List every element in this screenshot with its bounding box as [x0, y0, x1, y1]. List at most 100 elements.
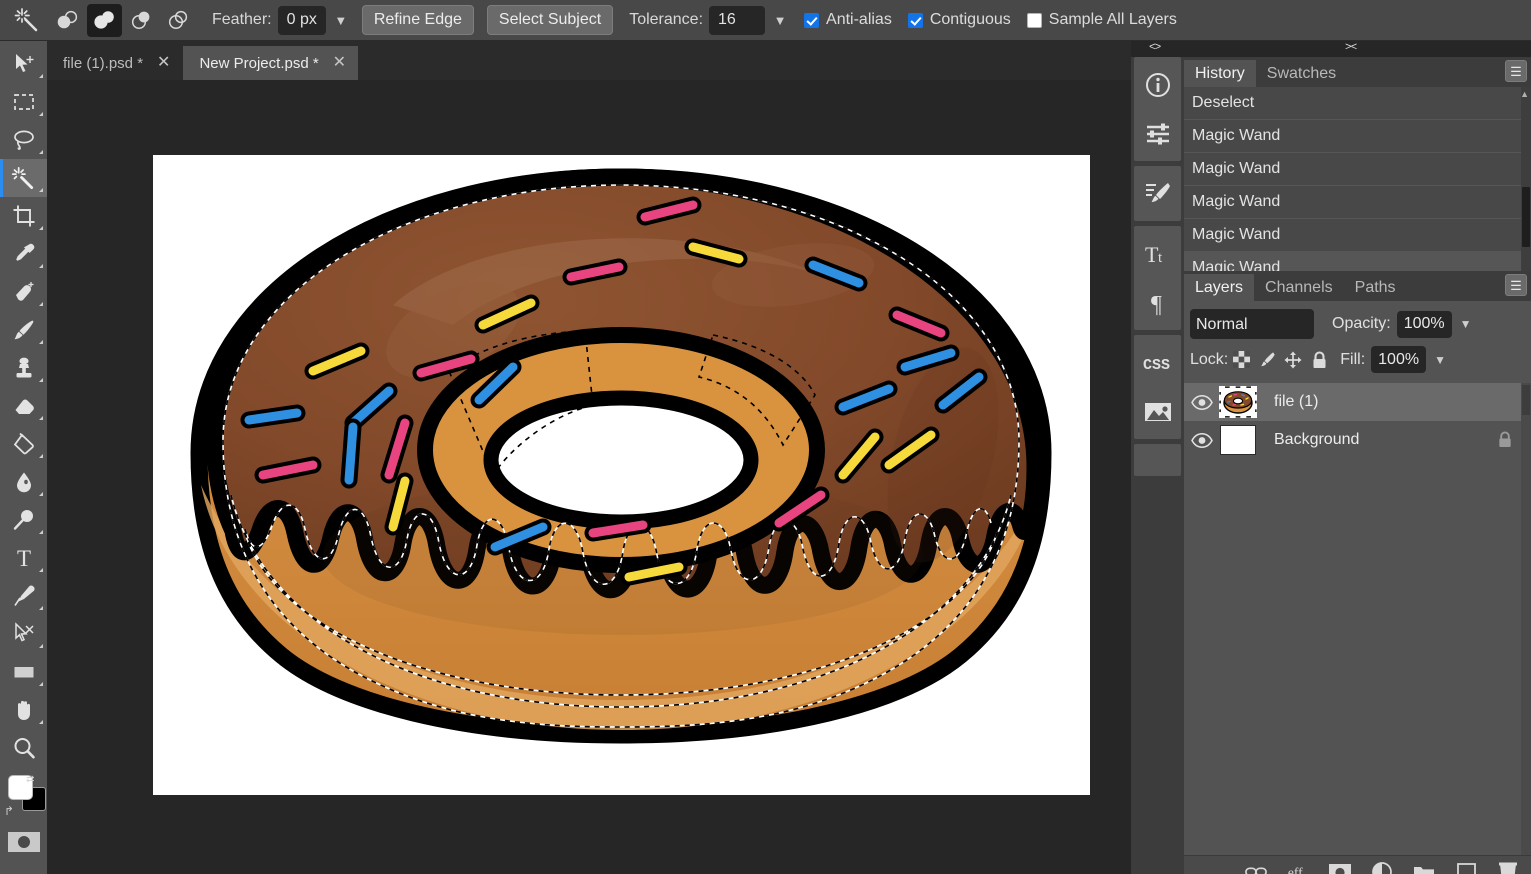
fill-input[interactable]: 100%: [1371, 346, 1427, 373]
canvas-viewport[interactable]: [47, 80, 1131, 874]
tab-layers[interactable]: Layers: [1184, 274, 1255, 301]
type-tool[interactable]: T: [0, 539, 47, 577]
intersect-selection-button[interactable]: [161, 4, 196, 37]
add-to-selection-button[interactable]: [87, 3, 122, 37]
history-list[interactable]: Deselect Magic Wand Magic Wand Magic Wan…: [1184, 87, 1531, 283]
swap-colors-icon[interactable]: ⇄: [26, 775, 35, 785]
character-tt-icon[interactable]: Tt: [1134, 229, 1181, 278]
tab-history[interactable]: History: [1184, 60, 1256, 87]
padlock-icon[interactable]: [1306, 348, 1332, 372]
history-item[interactable]: Deselect: [1184, 87, 1531, 120]
half-circle-icon[interactable]: [1371, 861, 1393, 874]
anti-alias-checkbox[interactable]: Anti-alias: [804, 11, 892, 29]
hand-tool[interactable]: [0, 691, 47, 729]
feather-input[interactable]: 0 px: [277, 5, 326, 35]
brush-icon[interactable]: [1254, 348, 1280, 372]
paint-bucket-tool[interactable]: [0, 425, 47, 463]
tool-corner-icon: [39, 264, 43, 268]
quick-mask-icon[interactable]: [0, 825, 47, 859]
history-item[interactable]: Magic Wand: [1184, 186, 1531, 219]
photo-editor-window: Feather: 0 px ▼ Refine Edge Select Subje…: [0, 0, 1531, 874]
history-item[interactable]: Magic Wand: [1184, 153, 1531, 186]
opacity-dropdown-icon[interactable]: ▼: [1460, 317, 1472, 331]
panel-menu-icon[interactable]: ☰: [1505, 60, 1527, 82]
refine-edge-button[interactable]: Refine Edge: [361, 5, 474, 35]
move-arrows-icon[interactable]: [1280, 348, 1306, 372]
fx-icon[interactable]: eff: [1287, 861, 1309, 874]
css-icon[interactable]: CSS: [1134, 338, 1181, 387]
paragraph-pilcrow-icon[interactable]: ¶: [1134, 278, 1181, 327]
trash-icon[interactable]: [1497, 861, 1519, 874]
tolerance-input[interactable]: 16: [709, 5, 766, 35]
opacity-input[interactable]: 100%: [1396, 310, 1452, 338]
clone-stamp-tool[interactable]: [0, 349, 47, 387]
rail-group-empty: [1134, 444, 1181, 476]
shape-tool[interactable]: [0, 653, 47, 691]
layer-visibility-toggle[interactable]: [1184, 394, 1220, 410]
panel-menu-icon[interactable]: ☰: [1505, 274, 1527, 296]
tool-corner-icon: [39, 720, 43, 724]
expand-arrows-icon[interactable]: ><: [1345, 42, 1357, 54]
tool-corner-icon: [39, 454, 43, 458]
history-scroll-thumb[interactable]: [1522, 187, 1530, 247]
tab-channels[interactable]: Channels: [1254, 274, 1344, 301]
lasso-tool[interactable]: [0, 121, 47, 159]
checkerboard-icon[interactable]: [1228, 348, 1254, 372]
layers-scrollbar[interactable]: [1521, 383, 1531, 874]
tab-file-1-psd[interactable]: file (1).psd * ✕: [47, 46, 182, 80]
pen-tool[interactable]: [0, 577, 47, 615]
eyedropper-tool[interactable]: [0, 235, 47, 273]
link-icon[interactable]: [1245, 861, 1267, 874]
brush-settings-icon[interactable]: [1134, 169, 1181, 218]
svg-text:T: T: [1145, 242, 1159, 267]
tolerance-dropdown-icon[interactable]: ▼: [772, 13, 788, 28]
zoom-tool[interactable]: [0, 729, 47, 767]
color-swatches[interactable]: ⇄ ↱: [0, 773, 47, 825]
close-icon[interactable]: ✕: [333, 55, 346, 71]
folder-icon[interactable]: [1413, 861, 1435, 874]
scroll-up-arrow-icon[interactable]: ▲: [1520, 89, 1529, 99]
layer-thumbnail[interactable]: [1219, 386, 1257, 418]
eraser-tool[interactable]: [0, 387, 47, 425]
select-subject-button[interactable]: Select Subject: [486, 5, 614, 35]
reset-colors-icon[interactable]: ↱: [4, 804, 14, 818]
history-item[interactable]: Magic Wand: [1184, 120, 1531, 153]
tab-new-project-psd[interactable]: New Project.psd * ✕: [183, 46, 359, 80]
healing-brush-tool[interactable]: [0, 273, 47, 311]
marquee-tool[interactable]: [0, 83, 47, 121]
layer-row[interactable]: Background: [1184, 421, 1531, 459]
blend-mode-select[interactable]: Normal: [1190, 309, 1314, 339]
brush-tool[interactable]: [0, 311, 47, 349]
info-circle-icon[interactable]: [1134, 60, 1181, 109]
fill-dropdown-icon[interactable]: ▼: [1434, 353, 1446, 367]
dodge-tool[interactable]: [0, 501, 47, 539]
sliders-icon[interactable]: [1134, 109, 1181, 158]
tab-paths[interactable]: Paths: [1344, 274, 1407, 301]
crop-tool[interactable]: [0, 197, 47, 235]
new-layer-icon[interactable]: [1455, 861, 1477, 874]
tab-swatches[interactable]: Swatches: [1256, 60, 1347, 87]
magic-wand-tool[interactable]: [0, 159, 47, 197]
close-icon[interactable]: ✕: [157, 55, 170, 71]
subtract-from-selection-button[interactable]: [124, 4, 159, 37]
layers-scroll-thumb[interactable]: [1522, 385, 1530, 415]
history-item[interactable]: Magic Wand: [1184, 219, 1531, 252]
blur-tool[interactable]: [0, 463, 47, 501]
tolerance-label: Tolerance:: [629, 11, 704, 28]
feather-dropdown-icon[interactable]: ▼: [333, 13, 349, 28]
move-tool[interactable]: [0, 45, 47, 83]
mask-icon[interactable]: [1329, 861, 1351, 874]
layer-row[interactable]: file (1): [1184, 383, 1531, 421]
new-selection-button[interactable]: [50, 4, 85, 37]
layer-visibility-toggle[interactable]: [1184, 432, 1220, 448]
sample-all-layers-checkbox[interactable]: Sample All Layers: [1026, 11, 1177, 29]
contiguous-checkbox[interactable]: Contiguous: [907, 11, 1011, 29]
layer-name: file (1): [1274, 393, 1319, 410]
path-selection-tool[interactable]: [0, 615, 47, 653]
history-scrollbar[interactable]: ▲ ▼: [1520, 87, 1531, 283]
document-canvas[interactable]: [153, 155, 1090, 795]
image-icon[interactable]: [1134, 387, 1181, 436]
collapse-arrows-icon[interactable]: <>: [1149, 42, 1161, 54]
tool-corner-icon: [39, 340, 43, 344]
layer-thumbnail[interactable]: [1220, 425, 1256, 455]
